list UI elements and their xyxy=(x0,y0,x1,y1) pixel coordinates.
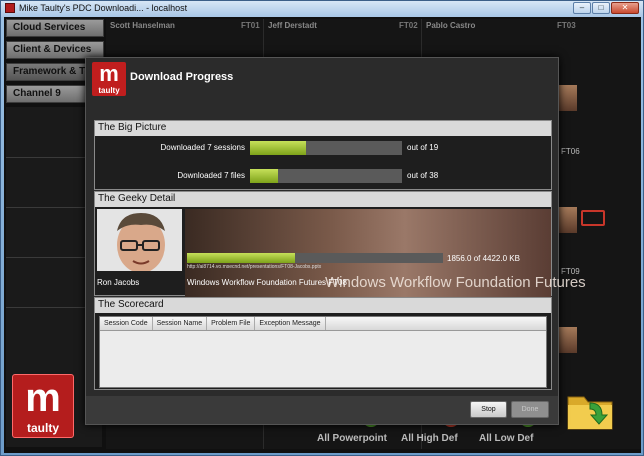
speaker-photo xyxy=(97,209,182,271)
files-total: out of 38 xyxy=(407,171,439,180)
speaker-thumbnail[interactable] xyxy=(559,327,577,353)
selection-highlight xyxy=(581,210,605,226)
table-header: Session Code Session Name Problem File E… xyxy=(100,317,546,331)
sessions-total: out of 19 xyxy=(407,143,439,152)
tile-session-code: FT01 xyxy=(241,21,260,30)
sessions-progress: Downloaded 7 sessions out of 19 xyxy=(95,141,551,155)
done-button[interactable]: Done xyxy=(511,401,549,418)
files-label: Downloaded 7 files xyxy=(177,171,245,180)
section-heading: The Big Picture xyxy=(95,121,551,136)
files-progress-bar xyxy=(250,169,402,183)
files-progress: Downloaded 7 files out of 38 xyxy=(95,169,551,183)
all-high-def-button[interactable]: All High Def xyxy=(401,433,458,444)
section-heading: The Geeky Detail xyxy=(95,192,551,207)
client-area: Cloud Services Client & Devices Framewor… xyxy=(4,17,641,453)
speaker-name: Ron Jacobs xyxy=(97,278,140,287)
column-header-exception-message[interactable]: Exception Message xyxy=(255,317,326,330)
column-header-session-code[interactable]: Session Code xyxy=(100,317,153,330)
sessions-progress-fill xyxy=(250,141,306,155)
tile-speaker-name: Pablo Castro xyxy=(426,21,476,30)
minimize-button[interactable]: – xyxy=(573,2,591,14)
taulty-logo: m taulty xyxy=(12,374,74,438)
stop-button[interactable]: Stop xyxy=(470,401,507,418)
column-header-problem-file[interactable]: Problem File xyxy=(207,317,256,330)
file-progress-fill xyxy=(187,253,295,263)
dialog-title: Download Progress xyxy=(130,71,234,83)
tile-speaker-name: Jeff Derstadt xyxy=(268,21,317,30)
session-name: Windows Workflow Foundation Futures FT08 xyxy=(187,278,347,287)
scorecard-section: The Scorecard Session Code Session Name … xyxy=(94,297,552,390)
download-progress-dialog: m taulty Download Progress The Big Pictu… xyxy=(85,57,586,425)
section-heading: The Scorecard xyxy=(95,298,551,313)
session-banner-title: Windows Workflow Foundation Futures xyxy=(325,274,586,291)
speaker-thumbnail[interactable] xyxy=(559,207,577,233)
title-bar[interactable]: Mike Taulty's PDC Downloadi... - localho… xyxy=(1,1,643,17)
column-header-session-name[interactable]: Session Name xyxy=(153,317,208,330)
big-picture-section: The Big Picture Downloaded 7 sessions ou… xyxy=(94,120,552,190)
tile-session-code: FT02 xyxy=(399,21,418,30)
folder-icon[interactable] xyxy=(566,389,614,431)
geeky-detail-section: The Geeky Detail http://ai8714.vo.msecnd… xyxy=(94,191,586,297)
tile-session-code: FT06 xyxy=(561,147,580,156)
all-low-def-button[interactable]: All Low Def xyxy=(479,433,533,444)
files-progress-fill xyxy=(250,169,278,183)
file-progress-bar xyxy=(187,253,443,263)
speaker-thumbnail[interactable] xyxy=(559,85,577,111)
app-window: Mike Taulty's PDC Downloadi... - localho… xyxy=(0,0,644,456)
tile-speaker-name: Scott Hanselman xyxy=(110,21,175,30)
close-button[interactable]: ✕ xyxy=(611,2,639,14)
download-url: http://ai8714.vo.msecnd.net/presentation… xyxy=(187,264,322,270)
taulty-logo: m taulty xyxy=(92,61,126,96)
maximize-button[interactable]: □ xyxy=(592,2,610,14)
sessions-progress-bar xyxy=(250,141,402,155)
tile-session-code: FT03 xyxy=(557,21,576,30)
download-size: 1856.0 of 4422.0 KB xyxy=(447,254,520,263)
window-title: Mike Taulty's PDC Downloadi... - localho… xyxy=(19,3,188,13)
sessions-label: Downloaded 7 sessions xyxy=(160,143,246,152)
scorecard-table[interactable]: Session Code Session Name Problem File E… xyxy=(99,316,547,388)
all-powerpoint-button[interactable]: All Powerpoint xyxy=(317,433,387,444)
menu-item-cloud-services[interactable]: Cloud Services xyxy=(6,19,104,37)
app-icon xyxy=(5,3,15,13)
